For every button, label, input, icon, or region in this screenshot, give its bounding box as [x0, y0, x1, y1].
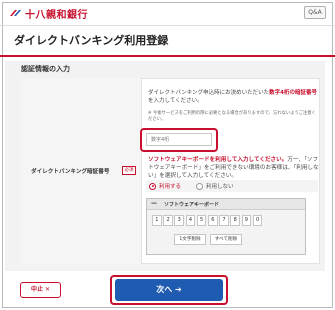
key-2[interactable]: 2 [163, 215, 173, 226]
minimize-icon[interactable]: — [151, 201, 158, 208]
title-rule [0, 55, 335, 57]
radio-not-use-keyboard[interactable]: 利用しない [196, 182, 234, 190]
key-8[interactable]: 8 [230, 215, 240, 226]
header-divider [0, 25, 335, 26]
key-1[interactable]: 1 [152, 215, 162, 226]
bank-logo: 十八親和銀行 [9, 7, 88, 21]
qa-label: Q&A [308, 9, 322, 16]
key-6[interactable]: 6 [207, 215, 218, 226]
key-4[interactable]: 4 [185, 215, 196, 226]
key-9[interactable]: 9 [241, 215, 252, 226]
bank-logo-icon [10, 10, 21, 16]
bank-name: 十八親和銀行 [25, 9, 88, 21]
page-title: ダイレクトバンキング利用登録 [14, 34, 169, 47]
radio-selected-icon [149, 182, 156, 190]
key-7[interactable]: 7 [219, 215, 229, 226]
section-title: 認証情報の入力 [21, 65, 70, 73]
software-keyboard-instruction: ソフトウェアキーボードを利用して入力してください。万一、「ソフトウェアキーボード… [148, 157, 319, 179]
required-badge: 必須 [122, 166, 136, 175]
pin-note: ※ 今後サービスをご利用の際に必要となる場合がありますので、忘れないようご注意く… [148, 111, 316, 122]
delete-one-button[interactable]: 1文字削除 [174, 234, 206, 245]
pin-input[interactable] [146, 133, 212, 146]
key-5[interactable]: 5 [196, 215, 207, 226]
keyboard-title: ソフトウェアキーボード [164, 202, 220, 208]
next-button[interactable]: 次へ ➔ [115, 279, 223, 301]
radio-use-keyboard[interactable]: 利用する [149, 182, 181, 190]
radio-unselected-icon [196, 182, 203, 190]
key-0[interactable]: 0 [252, 215, 263, 226]
pin-description: ダイレクトバンキング申込時にお決めいただいた数字4桁の暗証番号を入力してください… [148, 90, 317, 104]
qa-button[interactable]: Q&A [304, 6, 326, 19]
keyboard-header: — ソフトウェアキーボード [147, 199, 305, 210]
keyboard-keys: 1 2 3 4 5 6 7 8 9 0 [152, 215, 264, 226]
pin-field-label: ダイレクトバンキング暗証番号 [31, 169, 110, 175]
cancel-button[interactable]: 中止 ✕ [20, 282, 61, 298]
software-keyboard: — ソフトウェアキーボード 1 2 3 4 5 6 7 8 9 0 1文字削除 … [146, 198, 306, 255]
delete-all-button[interactable]: すべて削除 [210, 234, 242, 245]
key-3[interactable]: 3 [174, 215, 185, 226]
